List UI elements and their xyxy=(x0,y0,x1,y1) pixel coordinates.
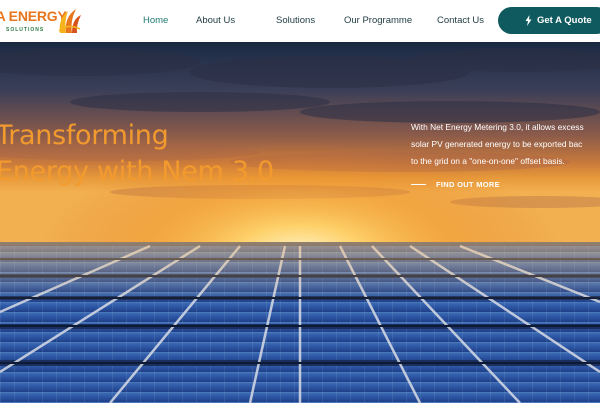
hero-description-line2: solar PV generated energy to be exported… xyxy=(411,139,583,149)
brand-logo[interactable]: RIA ENERGY SOLUTIONS xyxy=(0,3,82,39)
nav-solutions[interactable]: Solutions xyxy=(276,15,315,26)
nav-home[interactable]: Home xyxy=(143,15,168,26)
nav-our-programme[interactable]: Our Programme xyxy=(344,15,412,26)
hero-headline-line2: Energy with Nem 3.0 xyxy=(0,156,274,187)
nav-about-us[interactable]: About Us xyxy=(196,15,235,26)
sun-logo-icon xyxy=(58,9,81,33)
find-out-more-link[interactable]: FIND OUT MORE xyxy=(411,180,500,189)
hero-description-line3: to the grid on a "one-on-one" offset bas… xyxy=(411,156,565,166)
brand-tagline: SOLUTIONS xyxy=(6,27,45,33)
site-header: RIA ENERGY SOLUTIONS Home About Us Solut… xyxy=(0,0,600,42)
hero-background-image xyxy=(0,42,600,403)
bolt-icon xyxy=(525,15,532,26)
hero-section: Transforming Energy with Nem 3.0 With Ne… xyxy=(0,42,600,403)
get-a-quote-button[interactable]: Get A Quote xyxy=(498,7,600,34)
hero-description: With Net Energy Metering 3.0, it allows … xyxy=(411,119,600,170)
hero-headline-line1: Transforming xyxy=(0,120,169,151)
hero-description-line1: With Net Energy Metering 3.0, it allows … xyxy=(411,122,584,132)
find-out-more-label: FIND OUT MORE xyxy=(436,180,500,189)
nav-contact-us[interactable]: Contact Us xyxy=(437,15,484,26)
link-dash-decoration xyxy=(411,184,426,185)
get-a-quote-label: Get A Quote xyxy=(537,15,592,26)
hero-headline: Transforming Energy with Nem 3.0 xyxy=(0,118,316,190)
